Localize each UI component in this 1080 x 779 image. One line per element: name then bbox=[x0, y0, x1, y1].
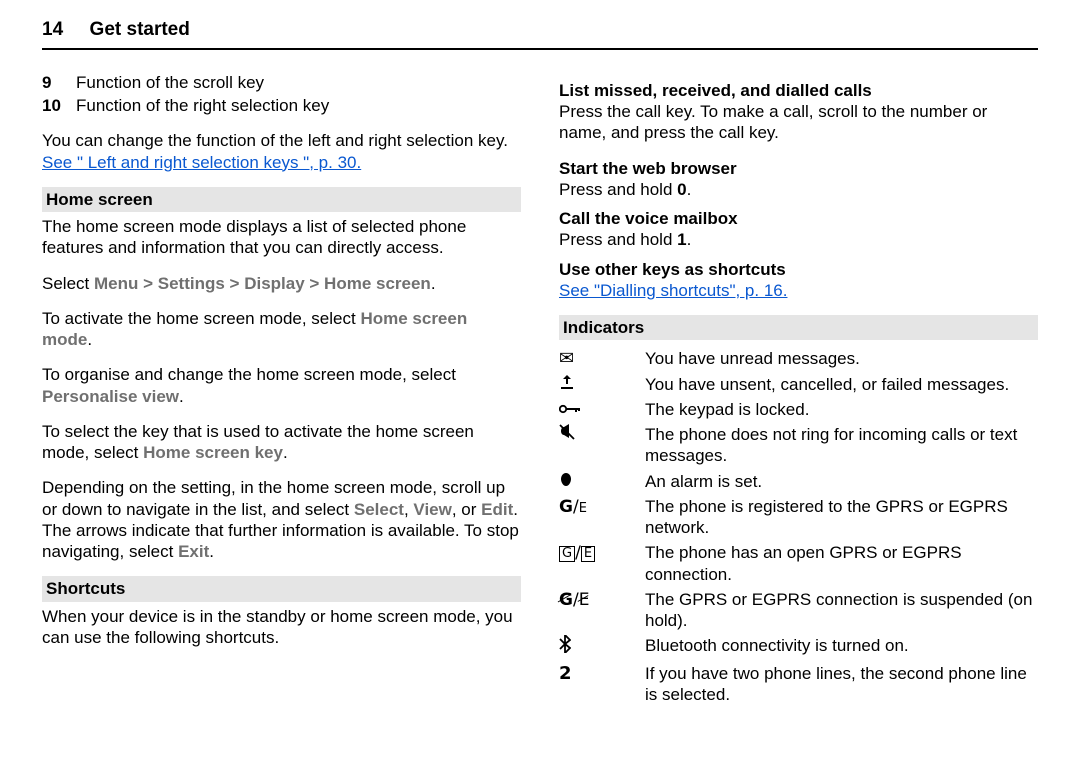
indicator-icon-cell bbox=[559, 635, 645, 658]
indicator-desc: If you have two phone lines, the second … bbox=[645, 663, 1038, 706]
two-column-layout: 9 Function of the scroll key 10 Function… bbox=[42, 72, 1038, 761]
text: To activate the home screen mode, select bbox=[42, 309, 360, 328]
other-keys-heading: Use other keys as shortcuts bbox=[559, 259, 1038, 280]
page-number: 14 bbox=[42, 19, 63, 40]
silent-icon bbox=[559, 424, 575, 445]
menu-path-item: Settings bbox=[158, 274, 225, 293]
menu-path-paragraph: Select Menu > Settings > Display > Home … bbox=[42, 273, 521, 294]
indicator-icon-cell: G/E bbox=[559, 496, 645, 517]
selection-keys-link[interactable]: See " Left and right selection keys ", p… bbox=[42, 153, 361, 172]
indicator-icon-cell: 2 bbox=[559, 663, 645, 684]
indicator-desc: The phone has an open GPRS or EGPRS conn… bbox=[645, 542, 1038, 585]
missed-calls-heading: List missed, received, and dialled calls bbox=[559, 80, 1038, 101]
text: , bbox=[404, 500, 413, 519]
sep: > bbox=[225, 274, 244, 293]
dialling-shortcuts-link[interactable]: See "Dialling shortcuts", p. 16. bbox=[559, 281, 787, 300]
alarm-icon bbox=[559, 471, 573, 492]
list-number: 10 bbox=[42, 95, 76, 116]
indicators-table: ✉ You have unread messages. You have unsen… bbox=[559, 348, 1038, 705]
home-key-paragraph: To select the key that is used to activa… bbox=[42, 421, 521, 464]
indicator-icon-cell: G/E bbox=[559, 589, 645, 610]
home-screen-heading: Home screen bbox=[42, 187, 521, 212]
ui-option: Exit bbox=[178, 542, 209, 561]
outbox-icon bbox=[559, 374, 575, 395]
indicator-icon-cell: G/E bbox=[559, 542, 645, 563]
indicator-desc: An alarm is set. bbox=[645, 471, 1038, 492]
manual-page: 14 Get started 9 Function of the scroll … bbox=[0, 0, 1080, 779]
right-column: List missed, received, and dialled calls… bbox=[559, 72, 1038, 761]
line-two-icon: 2 bbox=[559, 663, 572, 684]
menu-path-item: Home screen bbox=[324, 274, 431, 293]
indicator-icon-cell bbox=[559, 399, 645, 420]
indicator-desc: The phone does not ring for incoming cal… bbox=[645, 424, 1038, 467]
page-section: Get started bbox=[90, 19, 190, 40]
home-screen-desc: The home screen mode displays a list of … bbox=[42, 216, 521, 259]
ui-option: View bbox=[413, 500, 451, 519]
gprs-open-icon: G/E bbox=[559, 543, 595, 563]
ui-option: Personalise view bbox=[42, 387, 179, 406]
envelope-icon: ✉ bbox=[559, 348, 574, 369]
gprs-icon: G/E bbox=[559, 497, 587, 517]
sep: > bbox=[305, 274, 324, 293]
list-text: Function of the scroll key bbox=[76, 72, 521, 93]
sep: > bbox=[138, 274, 157, 293]
missed-calls-text: Press the call key. To make a call, scro… bbox=[559, 101, 1038, 144]
indicator-icon-cell bbox=[559, 471, 645, 492]
indicator-icon-cell bbox=[559, 374, 645, 395]
indicator-desc: You have unsent, cancelled, or failed me… bbox=[645, 374, 1038, 395]
list-number: 9 bbox=[42, 72, 76, 93]
indicator-desc: The phone is registered to the GPRS or E… bbox=[645, 496, 1038, 539]
text: You can change the function of the left … bbox=[42, 131, 508, 150]
navigation-paragraph: Depending on the setting, in the home sc… bbox=[42, 477, 521, 562]
ui-option: Select bbox=[354, 500, 404, 519]
organise-paragraph: To organise and change the home screen m… bbox=[42, 364, 521, 407]
voicemail-text: Press and hold 1. bbox=[559, 229, 1038, 250]
key: 0 bbox=[677, 180, 686, 199]
change-keys-paragraph: You can change the function of the left … bbox=[42, 130, 521, 173]
shortcuts-desc: When your device is in the standby or ho… bbox=[42, 606, 521, 649]
bluetooth-icon bbox=[559, 637, 571, 658]
key-icon bbox=[559, 399, 581, 420]
left-column: 9 Function of the scroll key 10 Function… bbox=[42, 72, 521, 761]
activate-paragraph: To activate the home screen mode, select… bbox=[42, 308, 521, 351]
page-header: 14 Get started bbox=[42, 18, 1038, 50]
text: Press and hold bbox=[559, 230, 677, 249]
indicator-icon-cell: ✉ bbox=[559, 348, 645, 369]
voicemail-heading: Call the voice mailbox bbox=[559, 208, 1038, 229]
shortcuts-heading: Shortcuts bbox=[42, 576, 521, 601]
text: Press and hold bbox=[559, 180, 677, 199]
text: To organise and change the home screen m… bbox=[42, 365, 456, 384]
text: , or bbox=[452, 500, 481, 519]
list-text: Function of the right selection key bbox=[76, 95, 521, 116]
indicators-heading: Indicators bbox=[559, 315, 1038, 340]
menu-path-item: Menu bbox=[94, 274, 138, 293]
key: 1 bbox=[677, 230, 686, 249]
indicator-desc: You have unread messages. bbox=[645, 348, 1038, 369]
browser-text: Press and hold 0. bbox=[559, 179, 1038, 200]
menu-path-item: Display bbox=[244, 274, 304, 293]
ui-option: Home screen key bbox=[143, 443, 283, 462]
browser-heading: Start the web browser bbox=[559, 158, 1038, 179]
ui-option: Edit bbox=[481, 500, 513, 519]
indicator-desc: The GPRS or EGPRS connection is suspende… bbox=[645, 589, 1038, 632]
indicator-desc: The keypad is locked. bbox=[645, 399, 1038, 420]
key-function-list: 9 Function of the scroll key 10 Function… bbox=[42, 72, 521, 117]
indicator-desc: Bluetooth connectivity is turned on. bbox=[645, 635, 1038, 656]
indicator-icon-cell bbox=[559, 424, 645, 445]
text: Select bbox=[42, 274, 94, 293]
gprs-hold-icon: G/E bbox=[559, 590, 589, 610]
